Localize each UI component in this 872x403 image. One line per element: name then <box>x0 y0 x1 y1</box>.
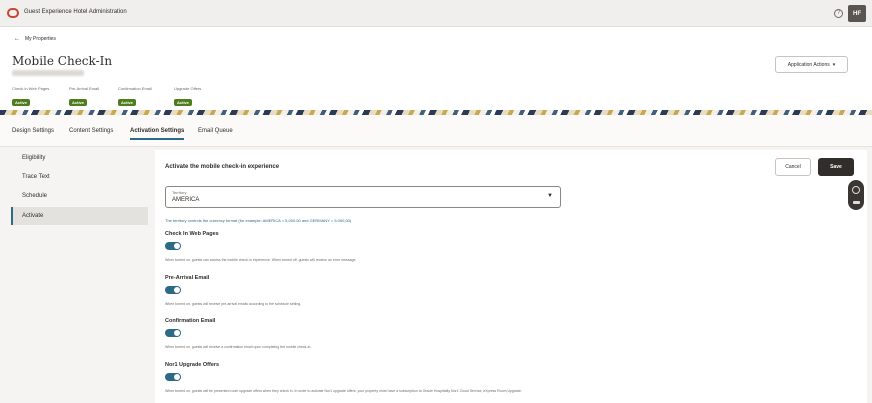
setting-label: Check In Web Pages <box>165 231 219 237</box>
setting-nor1-upgrade-offers: Nor1 Upgrade Offers When turned on, gues… <box>165 362 522 393</box>
confirmation-email-toggle[interactable] <box>165 329 181 337</box>
setting-help-text: When turned on, guests can access the mo… <box>165 258 357 262</box>
check-in-web-pages-toggle[interactable] <box>165 242 181 250</box>
territory-value: AMERICA <box>172 197 200 203</box>
status-badge: Active <box>118 99 137 106</box>
cancel-button[interactable]: Cancel <box>775 158 811 176</box>
status-badge: Active <box>174 99 193 106</box>
tab-email-queue[interactable]: Email Queue <box>198 128 233 134</box>
nav-item-trace-text[interactable]: Trace Text <box>11 168 148 186</box>
setting-help-text: When turned on, guests will receive pre-… <box>165 302 302 306</box>
status-upgrade-offers: Upgrade Offers Active <box>174 86 201 109</box>
back-to-properties-link[interactable]: ← My Properties <box>14 36 56 42</box>
status-badge: Active <box>12 99 31 106</box>
status-label: Pre-Arrival Email <box>69 86 100 91</box>
pre-arrival-email-toggle[interactable] <box>165 286 181 294</box>
property-name-redacted <box>12 70 84 76</box>
status-pre-arrival-email: Pre-Arrival Email Active <box>69 86 99 109</box>
chevron-down-icon: ▾ <box>832 61 836 68</box>
territory-select[interactable]: Territory AMERICA ▼ <box>165 186 561 208</box>
left-navigation: Eligibility Trace Text Schedule Activate <box>0 147 155 403</box>
status-label: Check in Web Pages <box>12 86 50 91</box>
status-label: Upgrade Offers <box>174 86 202 91</box>
page-title: Mobile Check-In <box>12 54 113 68</box>
user-avatar[interactable]: HF <box>848 5 866 22</box>
setting-label: Nor1 Upgrade Offers <box>165 362 220 368</box>
territory-label: Territory <box>172 190 187 195</box>
app-top-bar: Guest Experience Hotel Administration ? … <box>0 0 872 27</box>
status-confirmation-email: Confirmation Email Active <box>118 86 152 109</box>
setting-label: Confirmation Email <box>165 318 216 324</box>
back-arrow-icon: ← <box>14 36 20 42</box>
setting-label: Pre-Arrival Email <box>165 275 210 281</box>
nav-item-eligibility[interactable]: Eligibility <box>11 149 148 167</box>
back-link-label: My Properties <box>25 36 56 42</box>
settings-tabs: Design Settings Content Settings Activat… <box>0 115 872 147</box>
nav-item-activate[interactable]: Activate <box>11 207 148 225</box>
setting-pre-arrival-email: Pre-Arrival Email When turned on, guests… <box>165 275 301 306</box>
floating-assistant-widget[interactable] <box>848 180 864 210</box>
setting-confirmation-email: Confirmation Email When turned on, guest… <box>165 318 311 349</box>
status-label: Confirmation Email <box>118 86 152 91</box>
status-badge: Active <box>69 99 88 106</box>
caret-down-icon: ▼ <box>547 193 553 199</box>
application-actions-label: Application Actions <box>787 61 830 68</box>
tab-design-settings[interactable]: Design Settings <box>12 128 54 134</box>
tab-content-settings[interactable]: Content Settings <box>69 128 113 134</box>
app-title: Guest Experience Hotel Administration <box>24 9 127 15</box>
menu-icon <box>852 201 860 205</box>
assistant-icon <box>852 185 860 194</box>
help-icon[interactable]: ? <box>834 9 843 18</box>
status-check-in-web-pages: Check in Web Pages Active <box>12 86 49 109</box>
nav-item-schedule[interactable]: Schedule <box>11 187 148 205</box>
setting-help-text: When turned on, guests will receive a co… <box>165 345 312 349</box>
tab-activation-settings[interactable]: Activation Settings <box>130 128 185 140</box>
territory-help-text: The territory controls the currency form… <box>165 218 352 223</box>
section-title: Activate the mobile check-in experience <box>165 164 280 170</box>
nor1-upgrade-offers-toggle[interactable] <box>165 373 181 381</box>
save-button[interactable]: Save <box>818 158 854 176</box>
activation-panel: Activate the mobile check-in experience … <box>155 150 867 403</box>
oracle-logo-icon <box>7 8 19 18</box>
setting-check-in-web-pages: Check In Web Pages When turned on, guest… <box>165 231 356 262</box>
application-actions-button[interactable]: Application Actions ▾ <box>775 56 848 73</box>
setting-help-text: When turned on, guests will be presented… <box>165 389 522 393</box>
